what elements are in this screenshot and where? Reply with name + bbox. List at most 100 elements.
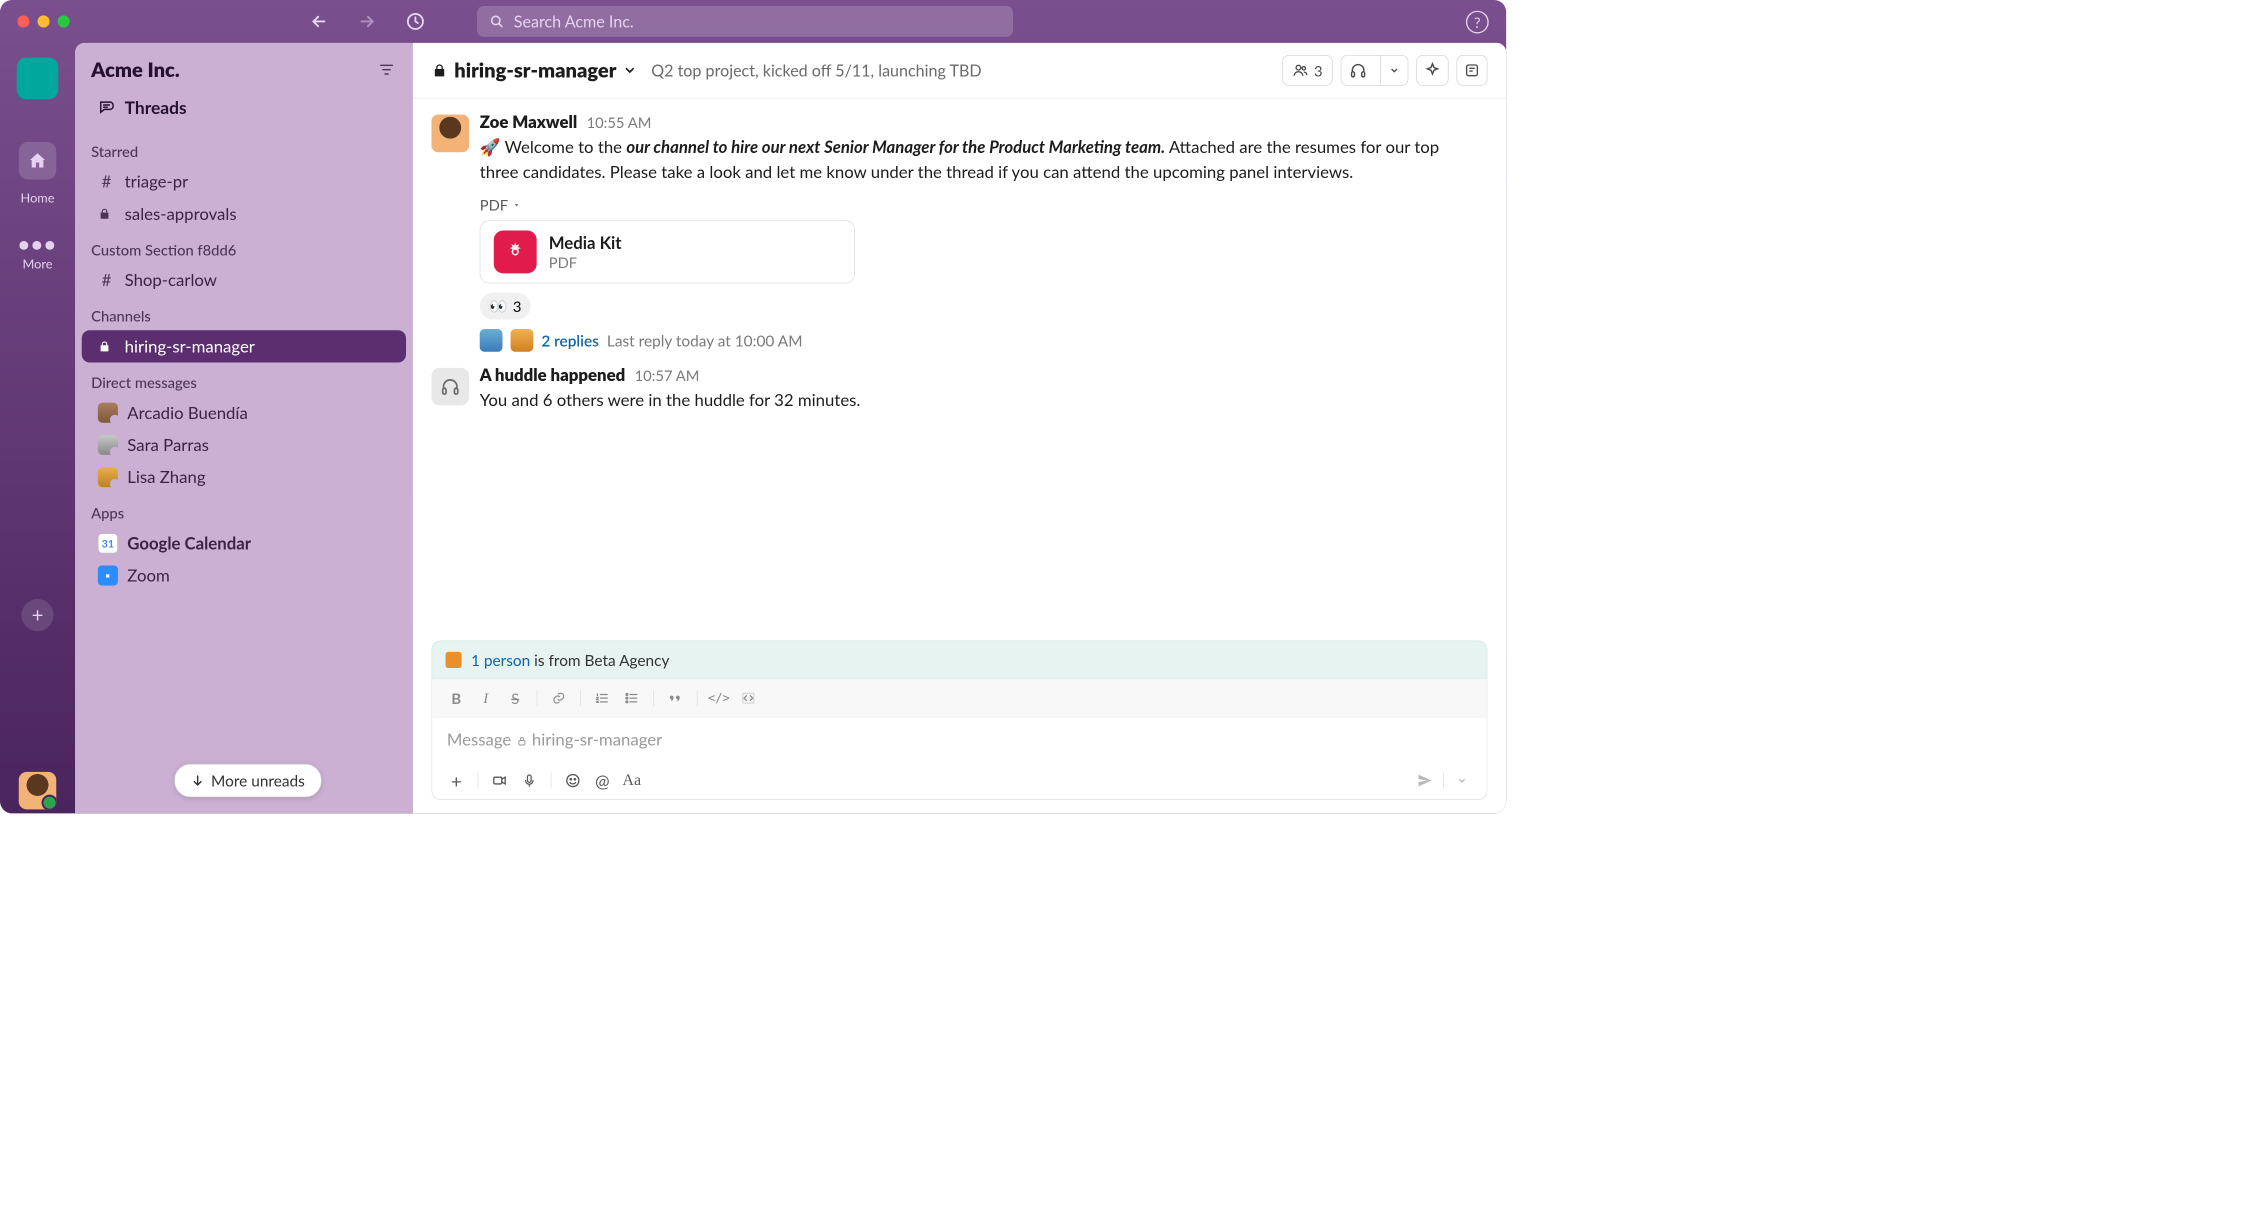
send-button[interactable] (1411, 768, 1439, 792)
message-author[interactable]: Zoe Maxwell (480, 112, 577, 132)
history-button[interactable] (403, 9, 427, 33)
hash-icon: # (98, 270, 115, 290)
canvas-notes-button[interactable] (1457, 55, 1488, 86)
dm-avatar (98, 435, 118, 455)
members-button[interactable]: 3 (1283, 55, 1333, 86)
attach-button[interactable]: + (443, 768, 470, 792)
message-avatar[interactable] (431, 115, 469, 153)
ordered-list-button[interactable] (589, 686, 616, 710)
message-time[interactable]: 10:55 AM (587, 113, 652, 131)
pdf-icon (494, 230, 537, 273)
arrow-down-icon (191, 774, 204, 787)
channel-name-button[interactable]: hiring-sr-manager (431, 58, 636, 82)
attachment-name: Media Kit (549, 233, 622, 253)
nav-back[interactable] (307, 9, 331, 33)
search-bar[interactable] (477, 6, 1013, 37)
sidebar-section-label[interactable]: Channels (75, 296, 413, 330)
workspace-name[interactable]: Acme Inc. (91, 58, 180, 82)
bullet-list-button[interactable] (618, 686, 645, 710)
help-button[interactable]: ? (1466, 11, 1489, 34)
headphones-icon (1349, 62, 1366, 79)
sidebar-item[interactable]: #Shop-carlow (75, 264, 413, 296)
replies-meta: Last reply today at 10:00 AM (607, 331, 803, 350)
sidebar-item[interactable]: 31 Google Calendar (75, 527, 413, 559)
rail-more[interactable]: ••• More (18, 234, 57, 272)
codeblock-button[interactable] (735, 686, 762, 710)
composer-input[interactable]: Message hiring-sr-manager (432, 718, 1487, 762)
attachment-type-label[interactable]: PDF (480, 196, 1480, 214)
message-time: 10:57 AM (635, 366, 700, 384)
add-workspace-button[interactable]: + (21, 599, 53, 631)
mention-button[interactable]: @ (589, 768, 616, 792)
org-badge-icon (446, 652, 462, 668)
sidebar-item[interactable]: Arcadio Buendía (75, 397, 413, 429)
video-button[interactable] (486, 768, 513, 792)
gcal-icon: 31 (98, 533, 118, 553)
more-unreads-pill[interactable]: More unreads (174, 764, 321, 798)
send-options[interactable] (1448, 768, 1476, 792)
window-close[interactable] (17, 15, 29, 27)
eyes-emoji: 👀 (489, 297, 507, 316)
sidebar-item-label: hiring-sr-manager (125, 336, 255, 356)
huddle-title: A huddle happened (480, 365, 626, 385)
channel-topic[interactable]: Q2 top project, kicked off 5/11, launchi… (651, 61, 981, 80)
canvas-button[interactable] (1416, 55, 1448, 86)
huddle-button[interactable] (1341, 55, 1409, 86)
thread-replies[interactable]: 2 replies Last reply today at 10:00 AM (480, 329, 1480, 352)
notice-link[interactable]: 1 person (471, 651, 530, 670)
sidebar-item-label: triage-pr (125, 172, 189, 192)
people-icon (1293, 62, 1309, 78)
message-composer[interactable]: B I S </> Mes (431, 679, 1487, 800)
audio-button[interactable] (516, 768, 543, 792)
message-text: 🚀 Welcome to the our channel to hire our… (480, 135, 1480, 185)
sidebar-section-label[interactable]: Starred (75, 131, 413, 165)
message-text: You and 6 others were in the huddle for … (480, 388, 1480, 413)
sidebar-item-label: Zoom (127, 565, 169, 585)
sidebar-item[interactable]: # triage-pr (75, 165, 413, 197)
emoji-button[interactable] (559, 768, 586, 792)
attachment[interactable]: Media KitPDF (480, 220, 855, 283)
strike-button[interactable]: S (502, 686, 529, 710)
blockquote-button[interactable] (662, 686, 689, 710)
huddle-icon (431, 368, 469, 406)
reaction[interactable]: 👀3 (480, 293, 531, 320)
rail-home[interactable] (19, 142, 57, 180)
lock-icon (98, 340, 115, 353)
message: Zoe Maxwell 10:55 AM 🚀 Welcome to the our … (431, 105, 1479, 358)
user-avatar[interactable] (19, 772, 57, 810)
bold-button[interactable]: B (443, 686, 470, 710)
sidebar-section-label[interactable]: Apps (75, 493, 413, 527)
workspace-switcher[interactable] (17, 58, 59, 100)
reply-avatar (511, 329, 534, 352)
zoom-icon: ▪ (98, 565, 118, 585)
hash-icon: # (98, 172, 115, 192)
filter-button[interactable] (377, 60, 397, 80)
sidebar-section-label[interactable]: Direct messages (75, 362, 413, 396)
sidebar-item-label: Lisa Zhang (127, 467, 205, 487)
search-icon (489, 13, 504, 29)
sidebar-item[interactable]: ▪ Zoom (75, 559, 413, 591)
nav-forward[interactable] (355, 9, 379, 33)
sidebar-item[interactable]: sales-approvals (75, 198, 413, 230)
window-controls[interactable] (17, 15, 69, 27)
external-notice[interactable]: 1 person is from Beta Agency (431, 641, 1487, 680)
sidebar-item[interactable]: Lisa Zhang (75, 461, 413, 493)
code-button[interactable]: </> (706, 686, 733, 710)
replies-link[interactable]: 2 replies (541, 331, 599, 350)
chevron-down-icon (1389, 65, 1400, 76)
huddle-dropdown[interactable] (1380, 56, 1407, 85)
link-button[interactable] (545, 686, 572, 710)
sidebar-section-label[interactable]: Custom Section f8dd6 (75, 230, 413, 264)
lock-icon (98, 207, 115, 220)
sidebar-item[interactable]: Sara Parras (75, 429, 413, 461)
dm-avatar (98, 467, 118, 487)
italic-button[interactable]: I (472, 686, 499, 710)
formatting-button[interactable]: Aa (618, 768, 645, 792)
sidebar-item[interactable]: hiring-sr-manager (82, 330, 406, 362)
window-maximize[interactable] (58, 15, 70, 27)
sidebar-item-label: Google Calendar (127, 533, 251, 553)
search-input[interactable] (514, 12, 1001, 31)
chevron-down-icon (623, 64, 636, 77)
sidebar-threads[interactable]: Threads (75, 90, 413, 132)
window-minimize[interactable] (38, 15, 50, 27)
